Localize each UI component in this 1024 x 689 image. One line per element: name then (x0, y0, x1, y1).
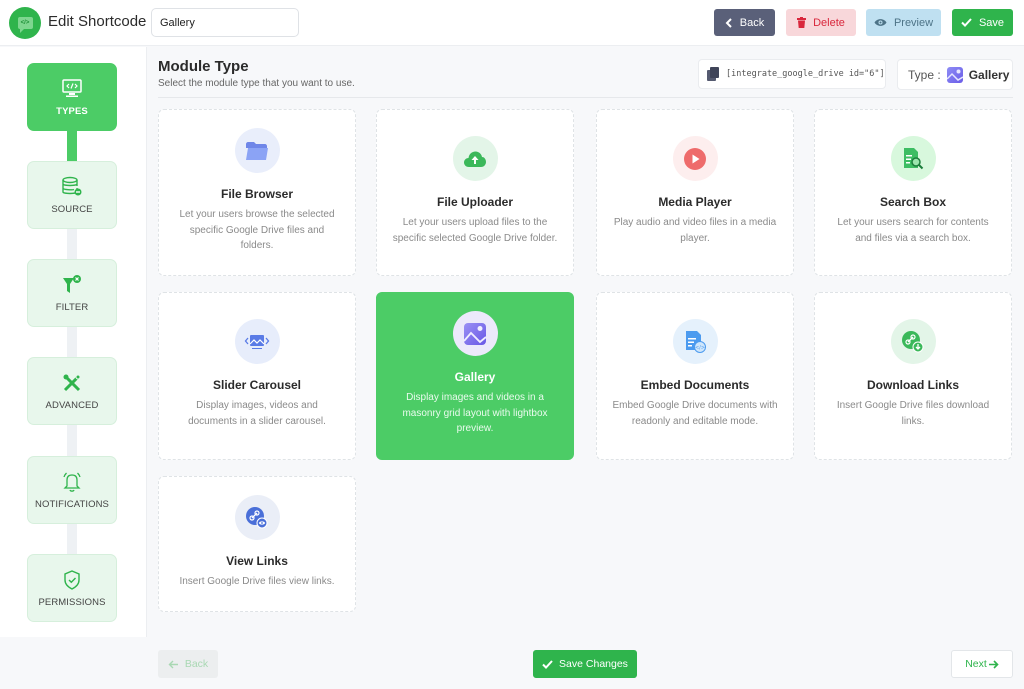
shortcode-title-input[interactable] (151, 8, 299, 37)
trash-icon (797, 17, 807, 28)
delete-button[interactable]: Delete (786, 9, 856, 36)
header: </> Edit Shortcode Back Delete Preview S… (0, 0, 1024, 46)
save-button[interactable]: Save (952, 9, 1013, 36)
filter-icon (61, 274, 83, 296)
module-description: Insert Google Drive files view links. (179, 576, 335, 587)
module-card-search-box[interactable]: Search Box Let your users search for con… (814, 109, 1012, 276)
module-card-file-browser[interactable]: File Browser Let your users browse the s… (158, 109, 356, 276)
step-permissions[interactable]: PERMISSIONS (27, 554, 117, 622)
module-title: File Browser (220, 187, 294, 201)
step-label: FILTER (55, 301, 89, 313)
page-title: Edit Shortcode (48, 13, 147, 30)
module-card-media-player[interactable]: Media Player Play audio and video files … (596, 109, 794, 276)
app-logo: </> (9, 7, 41, 39)
step-label: SOURCE (51, 203, 93, 215)
module-description: Display images, videos and documents in … (188, 400, 326, 427)
step-connector (67, 228, 77, 260)
copy-icon (707, 67, 719, 81)
bell-icon (61, 471, 83, 493)
save-button-label: Save (978, 16, 1005, 29)
step-source[interactable]: SOURCE (27, 161, 117, 229)
save-changes-button[interactable]: Save Changes (533, 650, 637, 678)
module-description: Play audio and video files in a media pl… (613, 217, 777, 244)
next-button[interactable]: Next (951, 650, 1013, 678)
preview-button[interactable]: Preview (866, 9, 941, 36)
module-description: Insert Google Drive files download links… (836, 400, 990, 427)
steps-sidebar: TYPES SOURCE FILTER ADVANCED NOTIFICATIO… (0, 47, 147, 637)
arrow-right-icon (988, 659, 999, 669)
step-types[interactable]: TYPES (27, 63, 117, 131)
module-title: View Links (226, 554, 288, 568)
next-label: Next (965, 658, 987, 670)
module-card-file-uploader[interactable]: File Uploader Let your users upload file… (376, 109, 574, 276)
cloud-upload-icon (452, 136, 498, 181)
back-button[interactable]: Back (714, 9, 775, 36)
save-changes-label: Save Changes (559, 658, 628, 670)
arrow-left-icon (168, 660, 178, 668)
section-subtitle: Select the module type that you want to … (158, 78, 355, 89)
step-connector (67, 326, 77, 358)
chevron-left-icon (725, 17, 732, 28)
step-label: ADVANCED (45, 399, 99, 411)
slider-icon (234, 319, 280, 364)
tools-icon (61, 372, 83, 394)
module-title: Download Links (866, 378, 959, 392)
footer-back-label: Back (184, 658, 209, 670)
section-title: Module Type (158, 58, 249, 75)
download-link-icon (890, 319, 936, 364)
divider (158, 97, 1013, 98)
step-label: PERMISSIONS (38, 596, 106, 608)
module-title: File Uploader (436, 195, 513, 209)
step-advanced[interactable]: ADVANCED (27, 357, 117, 425)
check-icon (542, 659, 553, 669)
module-description: Embed Google Drive documents with readon… (612, 400, 778, 427)
step-filter[interactable]: FILTER (27, 259, 117, 327)
delete-button-label: Delete (813, 16, 845, 29)
step-notifications[interactable]: NOTIFICATIONS (27, 456, 117, 524)
database-icon (61, 176, 83, 198)
step-label: NOTIFICATIONS (35, 498, 109, 510)
module-description: Let your users upload files to the speci… (392, 217, 558, 244)
step-label: TYPES (56, 105, 88, 117)
shield-check-icon (61, 569, 83, 591)
back-button-label: Back (739, 16, 765, 29)
eye-icon (874, 19, 887, 26)
image-icon (946, 66, 963, 83)
module-title: Gallery (454, 370, 496, 384)
module-card-slider-carousel[interactable]: Slider Carousel Display images, videos a… (158, 292, 356, 460)
folder-icon (234, 128, 280, 173)
type-value: Gallery (968, 67, 1010, 82)
module-description: Display images and videos in a masonry g… (402, 392, 548, 434)
module-title: Search Box (879, 195, 947, 209)
check-icon (961, 18, 972, 27)
step-connector (67, 424, 77, 456)
step-connector (67, 523, 77, 555)
shortcode-copy[interactable]: [integrate_google_drive id="6"] (698, 59, 886, 89)
module-description: Let your users search for contents and f… (837, 217, 989, 244)
module-card-embed-documents[interactable]: </> Embed Documents Embed Google Drive d… (596, 292, 794, 460)
module-description: Let your users browse the selected speci… (179, 209, 335, 251)
module-title: Media Player (658, 195, 732, 209)
module-card-download-links[interactable]: Download Links Insert Google Drive files… (814, 292, 1012, 460)
module-card-view-links[interactable]: View Links Insert Google Drive files vie… (158, 476, 356, 612)
embed-document-icon: </> (672, 319, 718, 364)
footer-back-button[interactable]: Back (158, 650, 218, 678)
module-title: Slider Carousel (212, 378, 302, 392)
document-search-icon (890, 136, 936, 181)
preview-button-label: Preview (893, 16, 934, 29)
monitor-code-icon (61, 78, 83, 100)
view-link-icon (234, 495, 280, 540)
shortcode-text: [integrate_google_drive id="6"] (726, 69, 885, 79)
image-icon (452, 311, 498, 356)
module-card-gallery[interactable]: Gallery Display images and videos in a m… (376, 292, 574, 460)
step-connector-active (67, 129, 77, 161)
type-indicator: Type : Gallery (897, 59, 1013, 90)
svg-text:</>: </> (695, 345, 705, 351)
type-label: Type : (908, 67, 941, 82)
module-title: Embed Documents (640, 378, 750, 392)
code-bubble-icon: </> (17, 17, 33, 33)
play-icon (672, 136, 718, 181)
